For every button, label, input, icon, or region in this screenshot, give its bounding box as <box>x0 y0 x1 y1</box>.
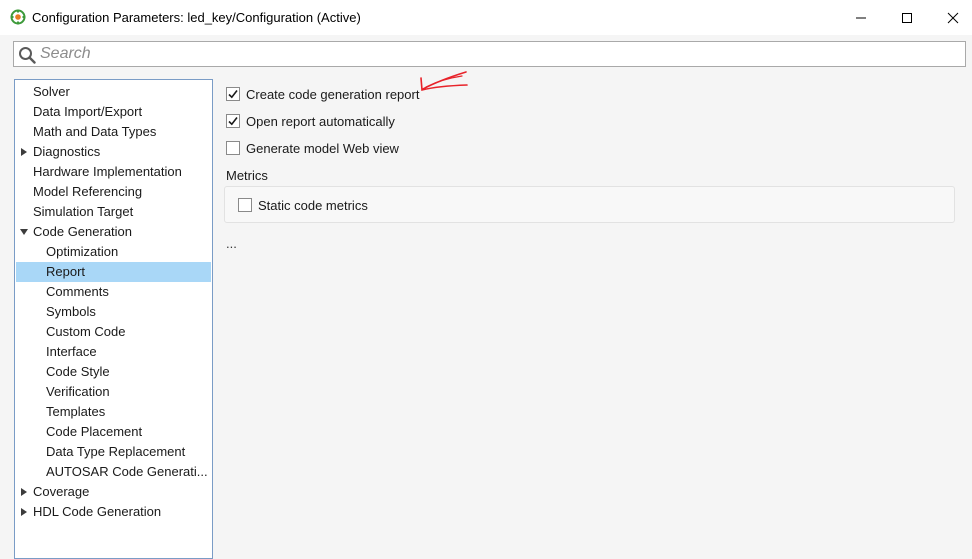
minimize-icon <box>856 17 866 18</box>
tree-item-label: Simulation Target <box>33 204 134 219</box>
tree-item-label: Code Placement <box>46 424 143 439</box>
tree-item-code-placement[interactable]: Code Placement <box>16 422 211 442</box>
option-static-metrics[interactable]: Static code metrics <box>238 196 368 214</box>
tree-item-label: Math and Data Types <box>33 124 157 139</box>
tree-item-label: Code Style <box>46 364 110 379</box>
tree-item-hdl-code-generation[interactable]: HDL Code Generation <box>16 502 211 522</box>
tree-item-label: Custom Code <box>46 324 126 339</box>
web-view-label: Generate model Web view <box>246 140 399 156</box>
option-web-view[interactable]: Generate model Web view <box>226 139 399 157</box>
open-report-checkbox[interactable] <box>226 114 240 128</box>
minimize-button[interactable] <box>838 0 884 35</box>
tree-item-custom-code[interactable]: Custom Code <box>16 322 211 342</box>
tree-item-coverage[interactable]: Coverage <box>16 482 211 502</box>
tree-item-label: Data Type Replacement <box>46 444 186 459</box>
tree-item-label: Model Referencing <box>33 184 143 199</box>
collapsed-arrow-icon[interactable] <box>20 148 28 156</box>
create-report-checkbox[interactable] <box>226 87 240 101</box>
tree-item-diagnostics[interactable]: Diagnostics <box>16 142 211 162</box>
static-metrics-label: Static code metrics <box>258 197 368 213</box>
tree-item-label: Verification <box>46 384 110 399</box>
tree-item-report[interactable]: Report <box>16 262 211 282</box>
tree-item-interface[interactable]: Interface <box>16 342 211 362</box>
tree-item-label: Hardware Implementation <box>33 164 182 179</box>
checkmark-icon <box>228 90 238 99</box>
option-open-report[interactable]: Open report automatically <box>226 112 395 130</box>
tree-item-data-type-replacement[interactable]: Data Type Replacement <box>16 442 211 462</box>
tree-item-label: Report <box>46 264 86 279</box>
annotation-arrow-icon <box>420 71 468 92</box>
tree-item-solver[interactable]: Solver <box>16 82 211 102</box>
tree-item-label: Solver <box>33 84 70 99</box>
web-view-checkbox[interactable] <box>226 141 240 155</box>
config-tree[interactable]: Solver Data Import/Export Math and Data Ty… <box>14 79 213 559</box>
tree-item-verification[interactable]: Verification <box>16 382 211 402</box>
tree-item-label: Symbols <box>46 304 96 319</box>
tree-item-label: AUTOSAR Code Generati... <box>46 464 208 479</box>
window-title: Configuration Parameters: led_key/Config… <box>32 10 361 25</box>
tree-item-code-style[interactable]: Code Style <box>16 362 211 382</box>
expanded-arrow-icon[interactable] <box>20 228 28 236</box>
checkmark-icon <box>228 117 238 126</box>
search-box[interactable] <box>13 41 966 67</box>
collapsed-arrow-icon[interactable] <box>20 488 28 496</box>
metrics-group: Static code metrics <box>224 186 955 223</box>
tree-item-hardware-implementation[interactable]: Hardware Implementation <box>16 162 211 182</box>
close-button[interactable] <box>930 0 972 35</box>
static-metrics-checkbox[interactable] <box>238 198 252 212</box>
tree-item-label: Optimization <box>46 244 119 259</box>
more-options-link[interactable]: ... <box>226 236 237 251</box>
tree-item-label: Interface <box>46 344 97 359</box>
tree-item-label: Templates <box>46 404 106 419</box>
tree-item-label: Comments <box>46 284 109 299</box>
metrics-group-title: Metrics <box>226 168 268 183</box>
tree-item-symbols[interactable]: Symbols <box>16 302 211 322</box>
title-bar: Configuration Parameters: led_key/Config… <box>0 0 972 35</box>
collapsed-arrow-icon[interactable] <box>20 508 28 516</box>
tree-item-code-generation[interactable]: Code Generation <box>16 222 211 242</box>
maximize-icon <box>902 12 912 23</box>
create-report-label: Create code generation report <box>246 86 420 102</box>
open-report-label: Open report automatically <box>246 113 395 129</box>
tree-item-data-import-export[interactable]: Data Import/Export <box>16 102 211 122</box>
tree-item-model-referencing[interactable]: Model Referencing <box>16 182 211 202</box>
tree-item-label: Data Import/Export <box>33 104 143 119</box>
search-input[interactable] <box>40 44 960 64</box>
tree-item-autosar-code-generati[interactable]: AUTOSAR Code Generati... <box>16 462 211 482</box>
tree-item-comments[interactable]: Comments <box>16 282 211 302</box>
tree-item-label: HDL Code Generation <box>33 504 162 519</box>
tree-item-label: Diagnostics <box>33 144 101 159</box>
search-icon <box>19 47 36 64</box>
simulink-app-icon <box>10 9 26 25</box>
tree-item-label: Code Generation <box>33 224 133 239</box>
close-icon <box>947 12 959 23</box>
tree-item-label: Coverage <box>33 484 90 499</box>
option-create-report[interactable]: Create code generation report <box>226 85 419 103</box>
tree-item-math-and-data-types[interactable]: Math and Data Types <box>16 122 211 142</box>
tree-item-optimization[interactable]: Optimization <box>16 242 211 262</box>
maximize-button[interactable] <box>884 0 930 35</box>
tree-item-simulation-target[interactable]: Simulation Target <box>16 202 211 222</box>
tree-item-templates[interactable]: Templates <box>16 402 211 422</box>
